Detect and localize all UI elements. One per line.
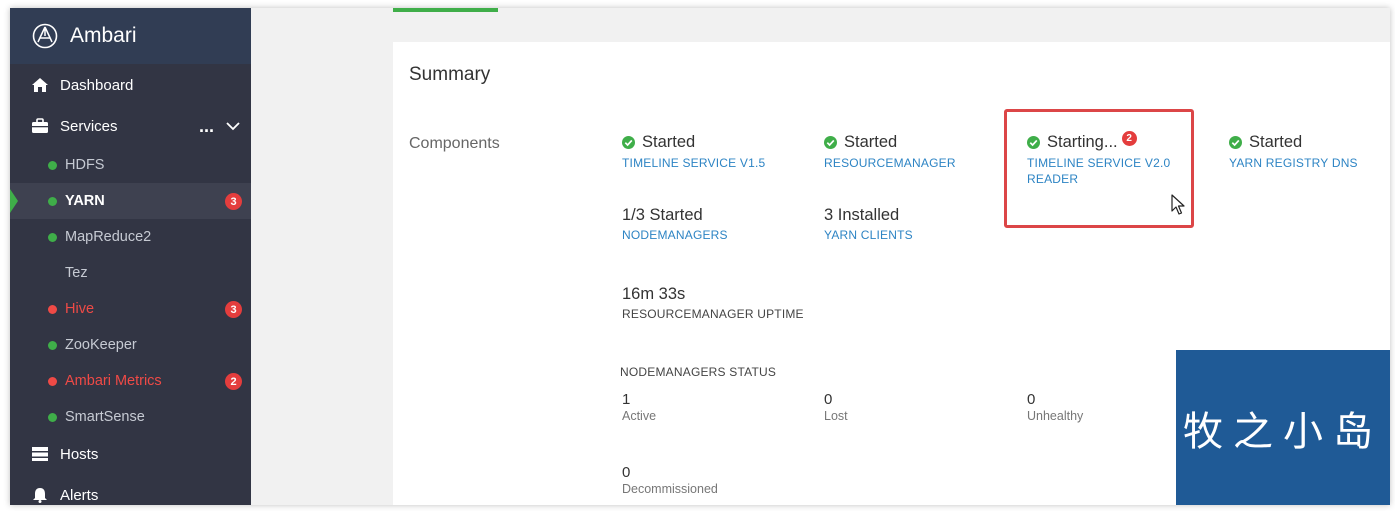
bell-icon: [30, 486, 50, 504]
yarn-clients-link[interactable]: YARN CLIENTS: [824, 228, 913, 242]
component-link[interactable]: RESOURCEMANAGER: [824, 155, 956, 171]
summary-title: Summary: [409, 64, 491, 85]
nm-active-caption: Active: [622, 409, 657, 423]
check-circle-icon: [1229, 135, 1242, 149]
uptime-summary: 16m 33s RESOURCEMANAGER UPTIME: [622, 285, 804, 321]
highlight-box: [1004, 109, 1194, 228]
nm-unhealthy-value: 0: [1027, 391, 1036, 408]
sidebar-item-label: SmartSense: [65, 409, 145, 425]
status-dot: [48, 412, 57, 422]
uptime-value: 16m 33s: [622, 285, 686, 303]
uptime-caption: RESOURCEMANAGER UPTIME: [622, 307, 804, 321]
sidebar-item-label: HDFS: [65, 157, 105, 173]
nm-decommissioned-value: 0: [622, 464, 631, 481]
component-yarn-registry-dns: Started YARN REGISTRY DNS: [1229, 132, 1358, 171]
nodemanagers-value: 1/3 Started: [622, 206, 703, 224]
sidebar-item-label: YARN: [65, 193, 105, 209]
app-window: Ambari Dashboard Services ... HDFS YARN …: [0, 0, 1395, 511]
component-resourcemanager: Started RESOURCEMANAGER: [824, 132, 956, 171]
alert-count-badge: 3: [225, 193, 242, 210]
sidebar-item-zookeeper[interactable]: ZooKeeper: [10, 327, 251, 363]
component-link[interactable]: YARN REGISTRY DNS: [1229, 155, 1358, 171]
yarn-clients-summary: 3 Installed YARN CLIENTS: [824, 206, 913, 242]
yarn-clients-value: 3 Installed: [824, 206, 900, 224]
component-timeline-v1-5: Started TIMELINE SERVICE V1.5: [622, 132, 765, 171]
sidebar-item-label: ZooKeeper: [65, 337, 137, 353]
component-status: Started: [1249, 132, 1303, 151]
sidebar-item-label: Tez: [65, 265, 88, 281]
nm-decommissioned-caption: Decommissioned: [622, 482, 718, 496]
component-link[interactable]: TIMELINE SERVICE V1.5: [622, 155, 765, 171]
server-icon: [30, 445, 50, 463]
nav-hosts[interactable]: Hosts: [10, 434, 251, 474]
check-circle-icon: [622, 135, 635, 149]
status-dot: [48, 232, 57, 242]
mouse-cursor-icon: [1171, 194, 1185, 215]
nav-dashboard-label: Dashboard: [60, 76, 134, 94]
app-title: Ambari: [70, 24, 137, 47]
nav-services[interactable]: Services ...: [10, 106, 251, 146]
component-status: Started: [642, 132, 696, 151]
watermark: 牧之小岛: [1176, 350, 1390, 505]
nm-active-value: 1: [622, 391, 631, 408]
sidebar-item-label: Hive: [65, 301, 95, 317]
sidebar: Ambari Dashboard Services ... HDFS YARN …: [10, 8, 251, 505]
alert-count-badge: 2: [225, 373, 242, 390]
nm-unhealthy-caption: Unhealthy: [1027, 409, 1084, 423]
nav-alerts[interactable]: Alerts: [10, 475, 251, 505]
brand[interactable]: Ambari: [10, 8, 251, 64]
nm-lost-value: 0: [824, 391, 833, 408]
more-icon[interactable]: ...: [199, 116, 214, 137]
sidebar-item-smartsense[interactable]: SmartSense: [10, 399, 251, 435]
nm-lost-caption: Lost: [824, 409, 848, 423]
active-tab-indicator: [393, 8, 498, 12]
nm-active: 1 Active: [622, 391, 656, 423]
sidebar-item-label: MapReduce2: [65, 229, 152, 245]
nodemanagers-summary: 1/3 Started NODEMANAGERS: [622, 206, 728, 242]
sidebar-item-ambari-metrics[interactable]: Ambari Metrics 2: [10, 363, 251, 399]
component-status: Started: [844, 132, 898, 151]
status-dot: [48, 376, 57, 386]
nm-lost: 0 Lost: [824, 391, 848, 423]
nm-unhealthy: 0 Unhealthy: [1027, 391, 1083, 423]
nav-dashboard[interactable]: Dashboard: [10, 65, 251, 105]
nm-decommissioned: 0 Decommissioned: [622, 464, 718, 496]
sidebar-item-hdfs[interactable]: HDFS: [10, 147, 251, 183]
status-dot: [48, 160, 57, 170]
active-marker: [10, 189, 18, 213]
components-label: Components: [409, 135, 500, 152]
sidebar-item-mapreduce2[interactable]: MapReduce2: [10, 219, 251, 255]
status-dot: [48, 196, 57, 206]
status-dot: [48, 340, 57, 350]
sidebar-item-hive[interactable]: Hive 3: [10, 291, 251, 327]
nav-alerts-label: Alerts: [60, 486, 99, 504]
chevron-down-icon[interactable]: [225, 118, 241, 134]
home-icon: [30, 76, 50, 94]
ambari-logo-icon: [32, 23, 58, 49]
nodemanagers-link[interactable]: NODEMANAGERS: [622, 228, 728, 242]
nav-services-label: Services: [60, 117, 118, 135]
briefcase-icon: [30, 117, 50, 135]
alert-count-badge: 3: [225, 301, 242, 318]
sidebar-item-yarn[interactable]: YARN 3: [10, 183, 251, 219]
sidebar-item-tez[interactable]: Tez: [10, 255, 251, 291]
sidebar-item-label: Ambari Metrics: [65, 373, 162, 389]
nodemanagers-status-title: NODEMANAGERS STATUS: [620, 365, 777, 379]
check-circle-icon: [824, 135, 837, 149]
nav-hosts-label: Hosts: [60, 445, 99, 463]
status-dot: [48, 304, 57, 314]
